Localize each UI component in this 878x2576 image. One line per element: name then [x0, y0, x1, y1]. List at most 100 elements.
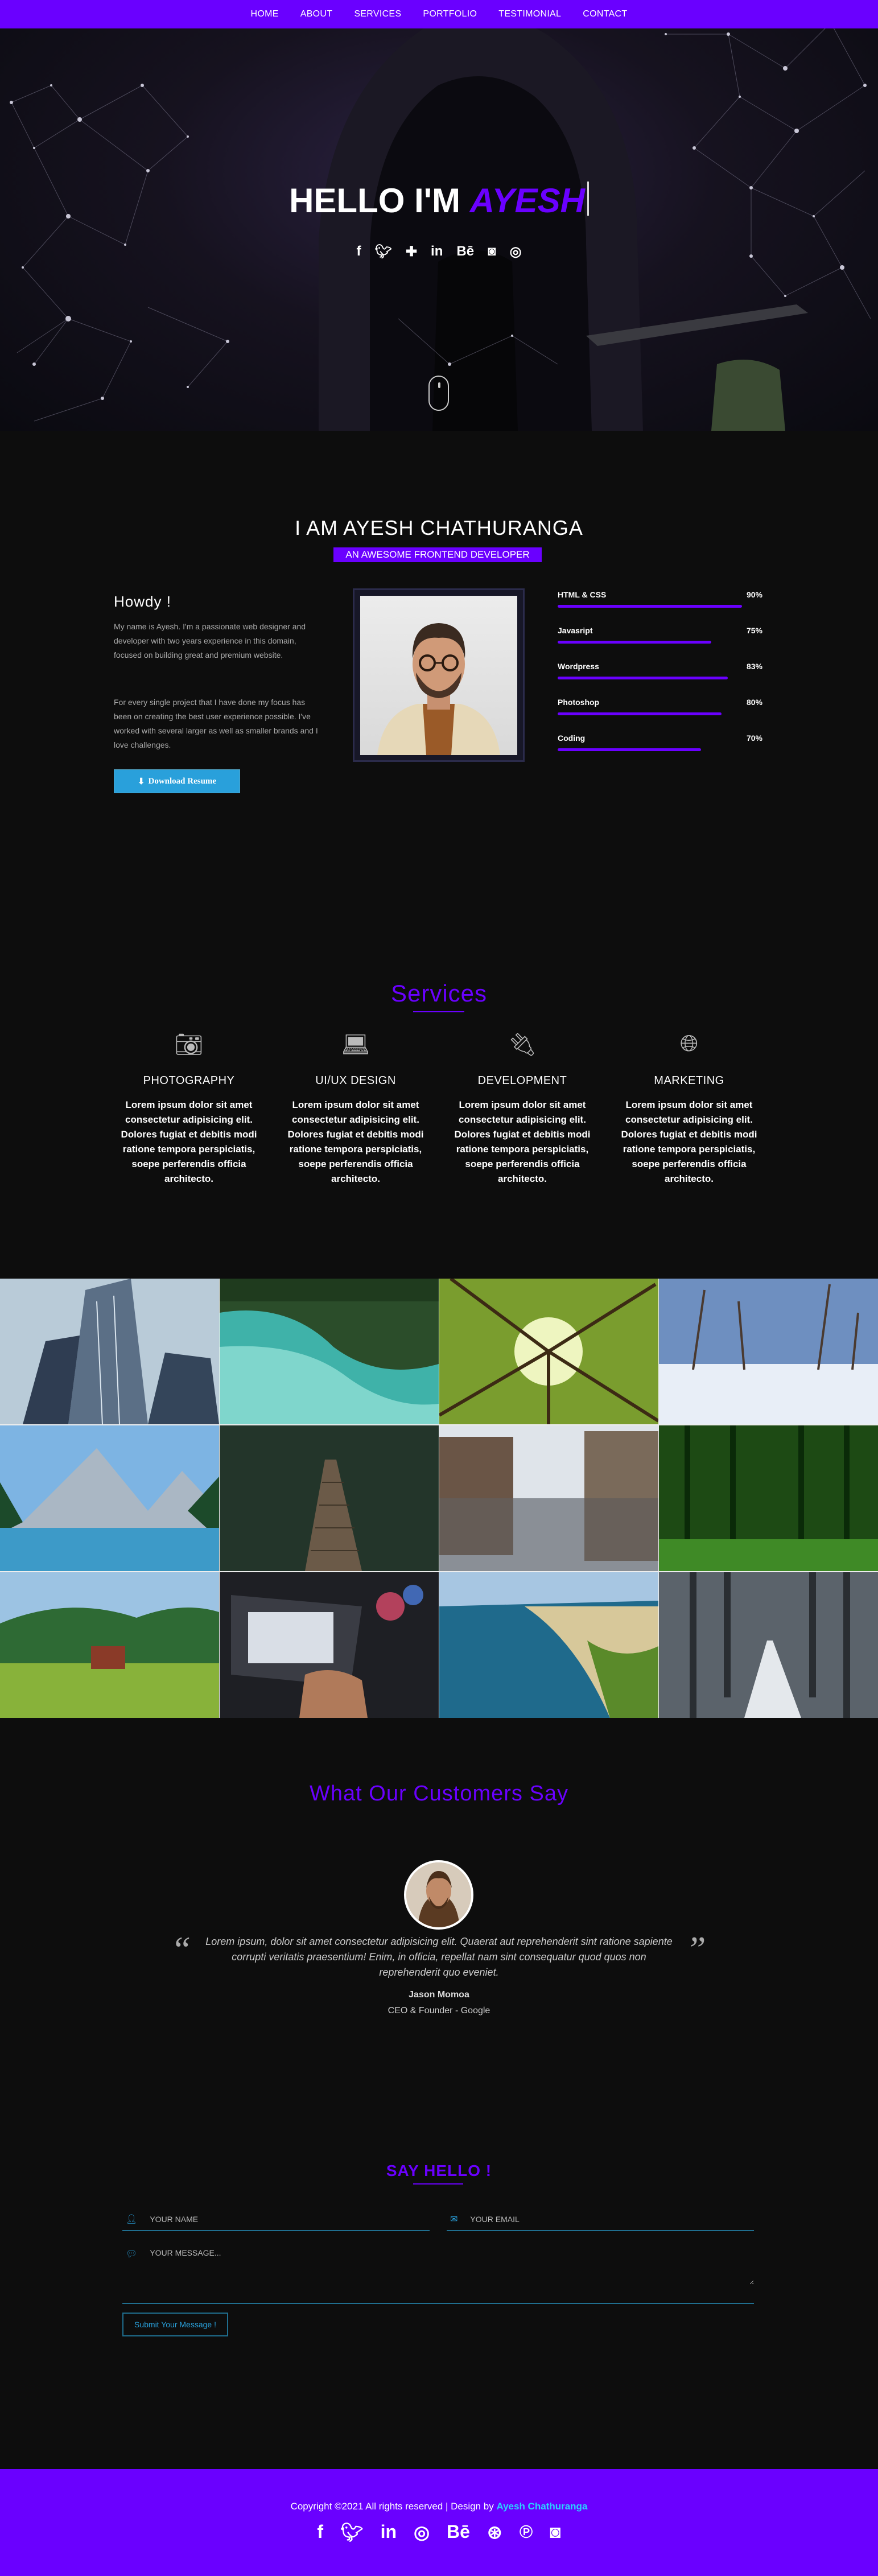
gallery-item-green-forest[interactable]: [659, 1425, 878, 1571]
message-input[interactable]: [150, 2248, 754, 2285]
copyright-label: Copyright ©2021 All rights reserved | De…: [290, 2501, 494, 2512]
skill-fill: [558, 712, 722, 715]
hero-name: AYESH: [469, 182, 585, 220]
twitter-icon[interactable]: 🐦︎: [340, 2521, 364, 2543]
linkedin-icon[interactable]: in: [381, 2521, 397, 2543]
google-plus-icon[interactable]: ✚: [406, 244, 417, 260]
services-title: Services: [390, 980, 488, 1007]
services-title-underline: [413, 1011, 464, 1012]
flickr-icon[interactable]: ◙: [550, 2521, 560, 2543]
gallery-item-canal-reflection[interactable]: [439, 1425, 658, 1571]
skill-track: [558, 677, 762, 679]
gallery-item-river[interactable]: [220, 1279, 439, 1424]
gallery-item-coastline[interactable]: [439, 1572, 658, 1718]
gallery-item-snowy-road[interactable]: [659, 1572, 878, 1718]
nav-home[interactable]: HOME: [251, 9, 279, 19]
contact-title: SAY HELLO !: [386, 2162, 492, 2179]
skill-name: HTML & CSS: [558, 590, 607, 599]
dribbble-icon[interactable]: ⊛: [487, 2521, 502, 2543]
camera-icon: 📷︎: [174, 1032, 204, 1057]
nav-portfolio[interactable]: PORTFOLIO: [423, 9, 477, 19]
skill-fill: [558, 748, 701, 751]
service-card: 🌐︎ MARKETING Lorem ipsum dolor sit amet co…: [615, 1031, 763, 1186]
download-icon: ⬇: [137, 777, 145, 786]
service-text: Lorem ipsum dolor sit amet consectetur a…: [121, 1099, 257, 1184]
skill-name: Photoshop: [558, 698, 600, 707]
name-field: 👤︎: [122, 2208, 430, 2231]
nav-contact[interactable]: CONTACT: [583, 9, 627, 19]
gallery-item-skyscraper[interactable]: [0, 1279, 219, 1424]
about-paragraph-1: My name is Ayesh. I'm a passionate web d…: [114, 622, 306, 660]
gallery-item-alpine-village[interactable]: [0, 1572, 219, 1718]
email-input[interactable]: [470, 2215, 754, 2224]
profile-photo-frame: [353, 588, 525, 762]
skill-percent: 80%: [746, 698, 762, 707]
nav-about[interactable]: ABOUT: [300, 9, 333, 19]
gallery-item-laptop[interactable]: [220, 1572, 439, 1718]
gallery-item-boardwalk[interactable]: [220, 1425, 439, 1571]
copyright-text: Copyright ©2021 All rights reserved | De…: [0, 2501, 878, 2512]
scroll-down-mouse-icon[interactable]: [428, 376, 449, 411]
skill-track: [558, 748, 762, 751]
customer-avatar: [404, 1860, 473, 1930]
nav-services[interactable]: SERVICES: [354, 9, 401, 19]
hero-social-links: f 🐦︎ ✚ in Bē ◙ ◎: [0, 244, 878, 260]
testimonial-title: What Our Customers Say: [310, 1782, 568, 1806]
skill-percent: 70%: [746, 733, 762, 743]
download-resume-label: Download Resume: [148, 776, 217, 786]
skill-bar: Photoshop 80%: [558, 698, 762, 715]
about-heading: I AM AYESH CHATHURANGA: [295, 516, 583, 539]
skill-percent: 83%: [746, 662, 762, 671]
top-navbar: HOME ABOUT SERVICES PORTFOLIO TESTIMONIA…: [0, 0, 878, 28]
designer-link[interactable]: Ayesh Chathuranga: [496, 2501, 587, 2512]
facebook-icon[interactable]: f: [356, 244, 361, 260]
service-card: 🔌︎ DEVELOPMENT Lorem ipsum dolor sit amet …: [448, 1031, 596, 1186]
skill-name: Wordpress: [558, 662, 599, 671]
hero-greeting: HELLO I'M: [289, 182, 460, 220]
user-icon: 👤︎: [126, 2215, 138, 2224]
name-input[interactable]: [150, 2215, 430, 2224]
skill-percent: 90%: [746, 590, 762, 599]
skill-track: [558, 605, 762, 608]
service-card: 📷︎ PHOTOGRAPHY Lorem ipsum dolor sit amet …: [115, 1031, 263, 1186]
testimonial-role: CEO & Founder - Google: [388, 2006, 490, 2016]
message-field: 💬︎: [122, 2243, 754, 2304]
pinterest-icon[interactable]: ℗: [520, 2521, 533, 2543]
about-paragraph-2: For every single project that I have don…: [114, 698, 318, 749]
nav-testimonial[interactable]: TESTIMONIAL: [498, 9, 561, 19]
instagram-icon[interactable]: ◎: [414, 2521, 430, 2543]
howdy-heading: Howdy !: [114, 593, 171, 610]
service-card: 💻︎ UI/UX DESIGN Lorem ipsum dolor sit amet…: [282, 1031, 430, 1186]
service-title: DEVELOPMENT: [477, 1074, 567, 1087]
linkedin-icon[interactable]: in: [431, 244, 443, 260]
services-section: Services 📷︎ PHOTOGRAPHY Lorem ipsum dolor …: [0, 914, 878, 1279]
typing-caret: [587, 182, 589, 216]
service-title: UI/UX DESIGN: [315, 1074, 396, 1087]
instagram-icon[interactable]: ◎: [510, 244, 522, 260]
service-text: Lorem ipsum dolor sit amet consectetur a…: [287, 1099, 424, 1184]
gallery-item-mountain-lake[interactable]: [0, 1425, 219, 1571]
portfolio-gallery: [0, 1279, 878, 1718]
flickr-icon[interactable]: ◙: [488, 244, 496, 260]
skill-fill: [558, 641, 711, 644]
plug-icon: 🔌︎: [508, 1032, 537, 1057]
service-text: Lorem ipsum dolor sit amet consectetur a…: [454, 1099, 591, 1184]
skill-bar: Wordpress 83%: [558, 662, 762, 679]
skill-fill: [558, 677, 728, 679]
download-resume-button[interactable]: ⬇ Download Resume: [114, 769, 240, 793]
contact-section: SAY HELLO ! 👤︎ ✉ 💬︎ Submit Your Message …: [0, 2111, 878, 2469]
quote-open-icon: “: [171, 1929, 191, 1969]
facebook-icon[interactable]: f: [317, 2521, 323, 2543]
footer: Copyright ©2021 All rights reserved | De…: [0, 2469, 878, 2576]
skill-track: [558, 641, 762, 644]
gallery-item-forest-canopy[interactable]: [439, 1279, 658, 1424]
gallery-item-snowy-trees[interactable]: [659, 1279, 878, 1424]
twitter-icon[interactable]: 🐦︎: [374, 244, 391, 260]
behance-icon[interactable]: Bē: [447, 2521, 470, 2543]
behance-icon[interactable]: Bē: [456, 244, 474, 260]
skill-track: [558, 712, 762, 715]
skill-bar: HTML & CSS 90%: [558, 590, 762, 608]
envelope-icon: ✉: [450, 2215, 458, 2224]
submit-message-button[interactable]: Submit Your Message !: [122, 2313, 228, 2336]
globe-icon: 🌐︎: [680, 1031, 698, 1056]
